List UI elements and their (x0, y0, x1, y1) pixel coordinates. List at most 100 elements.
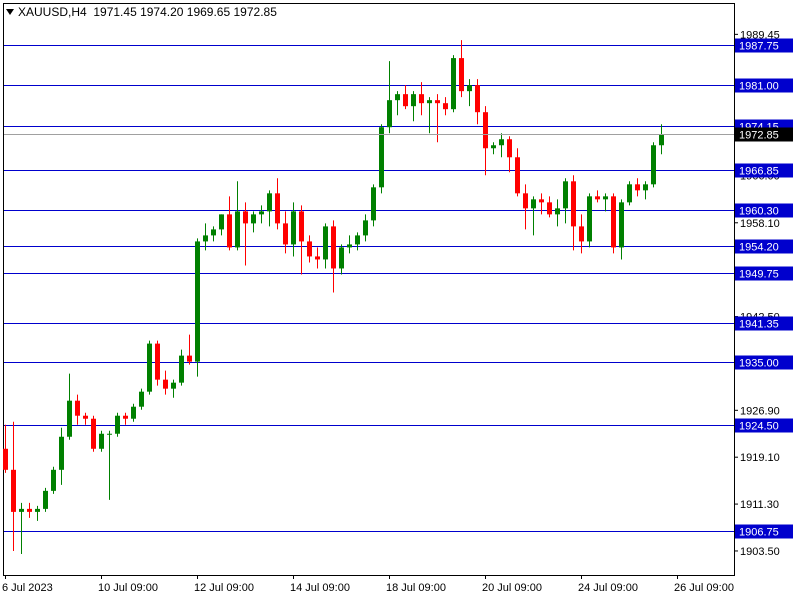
candle-body-up (51, 469, 56, 491)
candle-body-up (355, 235, 360, 245)
candle-body-down (507, 139, 512, 158)
candle-body-up (451, 58, 456, 110)
candle-body-down (331, 226, 336, 269)
candle-body-up (267, 193, 272, 212)
candle-body-down (547, 202, 552, 215)
candle-body-up (531, 199, 536, 209)
candle-body-up (619, 202, 624, 248)
xtick-label: 18 Jul 09:00 (386, 582, 446, 594)
candle-body-up (427, 100, 432, 104)
level-label: 1949.75 (739, 269, 779, 281)
candle-body-up (195, 241, 200, 362)
candle-body-down (27, 508, 32, 512)
candle-body-down (579, 226, 584, 242)
ytick-label: 1958.10 (740, 218, 780, 230)
chart-background (0, 0, 800, 600)
candle-body-up (291, 211, 296, 245)
candle-body-up (499, 139, 504, 146)
candle-body-down (515, 157, 520, 194)
candle-body-up (251, 214, 256, 224)
candle-body-up (491, 145, 496, 149)
xtick-label: 24 Jul 09:00 (578, 582, 638, 594)
candle-body-up (395, 94, 400, 101)
candle-body-up (387, 100, 392, 128)
candle-body-up (379, 127, 384, 188)
candle-body-down (611, 196, 616, 248)
candle-body-up (43, 490, 48, 509)
candle-body-down (459, 58, 464, 92)
candle-body-down (187, 355, 192, 362)
ytick-label: 1919.10 (740, 452, 780, 464)
candle-body-up (19, 508, 24, 512)
chart-canvas: 1989.451981.501973.851966.001958.101950.… (0, 0, 800, 600)
candle-body-up (563, 181, 568, 209)
candle-body-down (475, 85, 480, 113)
candle-body-up (371, 187, 376, 221)
candle-body-up (147, 343, 152, 392)
candle-body-down (635, 184, 640, 191)
xtick-label: 12 Jul 09:00 (194, 582, 254, 594)
candle-body-down (227, 214, 232, 248)
candle-body-up (603, 196, 608, 200)
candle-body-up (107, 433, 112, 435)
candle-body-up (347, 244, 352, 248)
ytick-label: 1911.30 (740, 499, 779, 511)
candle-body-up (59, 436, 64, 470)
candle-body-down (243, 211, 248, 224)
dropdown-triangle-icon[interactable] (6, 9, 14, 15)
candle-body-down (595, 196, 600, 200)
xtick-label: 10 Jul 09:00 (98, 582, 158, 594)
candle-body-up (171, 382, 176, 389)
candle-body-up (99, 433, 104, 449)
candle-body-up (323, 226, 328, 260)
candle-body-down (435, 100, 440, 104)
candle-body-down (443, 103, 448, 110)
level-label: 1941.35 (739, 319, 779, 331)
candle-body-down (483, 112, 488, 149)
candle-body-down (83, 415, 88, 419)
candle-body-up (651, 145, 656, 185)
candle-body-up (339, 247, 344, 269)
xtick-label: 14 Jul 09:00 (290, 582, 350, 594)
candle-body-down (155, 343, 160, 380)
candle-body-up (35, 508, 40, 512)
level-label: 1966.85 (739, 166, 779, 178)
candle-body-down (299, 211, 304, 242)
level-label: 1924.50 (739, 421, 779, 433)
xtick-label: 26 Jul 09:00 (674, 582, 734, 594)
candle-body-up (363, 220, 368, 236)
candle-body-up (587, 196, 592, 242)
candle-body-down (163, 379, 168, 389)
candle-body-up (139, 391, 144, 407)
candle-body-up (555, 208, 560, 215)
candle-body-down (571, 181, 576, 227)
ytick-label: 1903.50 (740, 546, 780, 558)
xtick-label: 6 Jul 2023 (2, 582, 53, 594)
candle-body-up (67, 400, 72, 437)
candle-body-up (203, 235, 208, 242)
candle-body-down (403, 94, 408, 107)
level-label: 1981.00 (739, 81, 779, 93)
level-label: 1960.30 (739, 206, 779, 218)
candle-body-down (91, 418, 96, 449)
candle-body-up (627, 184, 632, 203)
candle-body-down (419, 94, 424, 104)
candle-body-up (467, 85, 472, 92)
candle-body-up (131, 406, 136, 419)
candle-body-down (123, 415, 128, 419)
candle-body-up (659, 134, 664, 146)
current-price-label: 1972.85 (739, 130, 779, 142)
candle-body-up (235, 211, 240, 248)
xtick-label: 20 Jul 09:00 (482, 582, 542, 594)
candle-body-down (3, 448, 8, 470)
level-label: 1906.75 (739, 527, 779, 539)
symbol-timeframe: XAUUSD,H4 (18, 5, 87, 19)
candle-body-down (315, 256, 320, 260)
candle-body-down (275, 193, 280, 224)
candle-body-up (211, 229, 216, 236)
candle-body-up (411, 94, 416, 107)
candle-body-down (523, 193, 528, 209)
candle-body-up (259, 211, 264, 215)
candle-body-up (219, 214, 224, 230)
candle-body-down (307, 241, 312, 257)
